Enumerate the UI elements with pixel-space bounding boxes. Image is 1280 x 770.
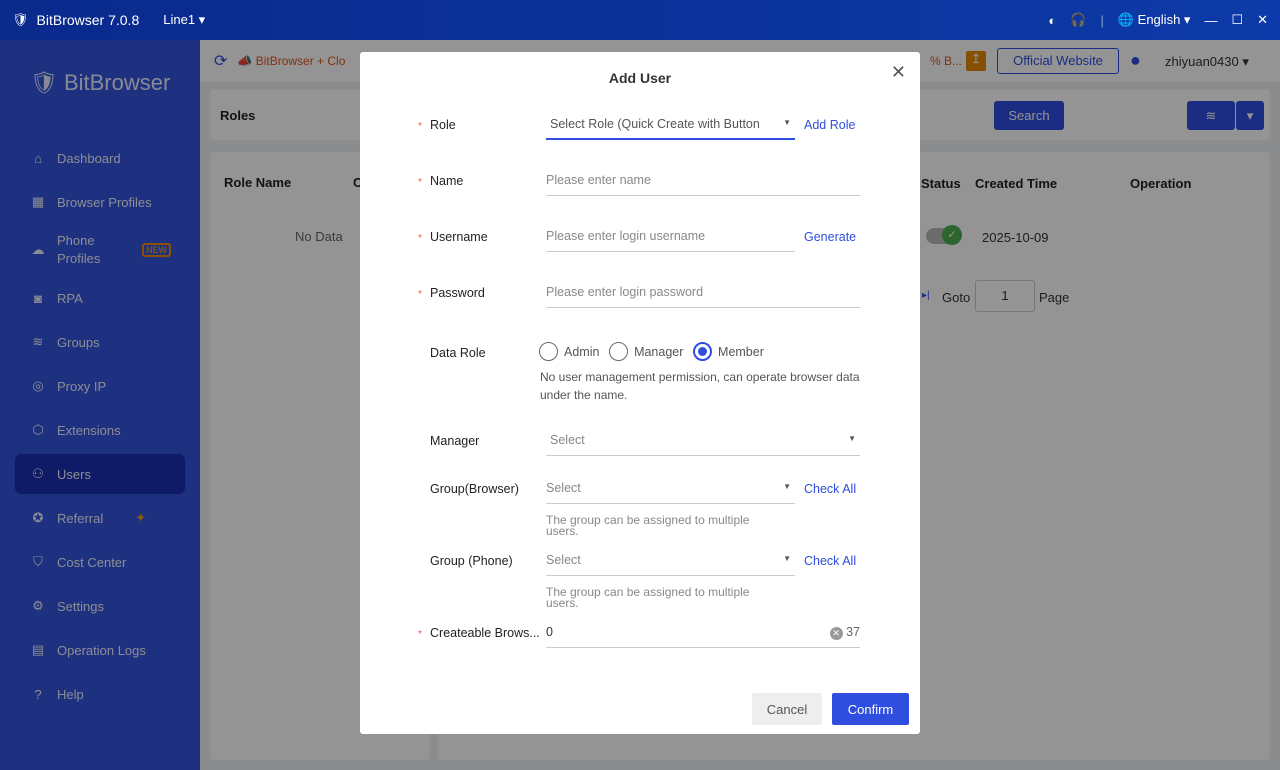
radio-circle-selected bbox=[693, 342, 713, 361]
app-title: BitBrowser 7.0.8 bbox=[36, 12, 140, 28]
maximize-icon[interactable]: ☐ bbox=[1231, 12, 1243, 28]
name-label: Name bbox=[430, 174, 464, 188]
add-role-link[interactable]: Add Role bbox=[804, 118, 855, 132]
password-input[interactable]: Please enter login password bbox=[546, 280, 860, 308]
language-label: English bbox=[1137, 12, 1181, 27]
required-mark: * bbox=[418, 121, 422, 132]
group-phone-placeholder: Select bbox=[546, 553, 581, 567]
manager-select[interactable]: Select ▼ bbox=[546, 428, 860, 456]
chevron-down-icon: ▼ bbox=[848, 434, 856, 443]
check-all-phone-link[interactable]: Check All bbox=[804, 554, 856, 568]
chevron-down-icon: ▼ bbox=[783, 118, 791, 127]
title-bar: 🛡 BitBrowser 7.0.8 Line1 ▾ ◐ 🎧 | 🌐 Engli… bbox=[0, 0, 1280, 40]
radio-circle bbox=[609, 342, 629, 361]
check-all-browser-link[interactable]: Check All bbox=[804, 482, 856, 496]
username-label: Username bbox=[430, 230, 488, 244]
chevron-down-icon: ▼ bbox=[783, 554, 791, 563]
close-window-icon[interactable]: ✕ bbox=[1257, 12, 1268, 28]
radio-label: Member bbox=[718, 344, 764, 359]
close-icon[interactable]: ✕ bbox=[891, 62, 906, 83]
radio-label: Manager bbox=[634, 344, 684, 359]
group-browser-hint-2: users. bbox=[546, 524, 579, 538]
password-label: Password bbox=[430, 286, 485, 300]
createable-input[interactable]: 0 ✕ 37 bbox=[546, 620, 860, 648]
required-mark: * bbox=[418, 177, 422, 188]
radio-admin[interactable]: Admin bbox=[539, 342, 599, 361]
line-selector[interactable]: Line1 ▾ bbox=[163, 12, 205, 28]
group-browser-label: Group(Browser) bbox=[430, 482, 519, 496]
manager-label: Manager bbox=[430, 434, 480, 448]
role-select[interactable]: Select Role (Quick Create with Button ▼ bbox=[546, 112, 795, 140]
chevron-down-icon: ▼ bbox=[783, 482, 791, 491]
support-icon[interactable]: 🎧 bbox=[1070, 12, 1086, 28]
manager-placeholder: Select bbox=[550, 433, 585, 447]
role-label: Role bbox=[430, 118, 456, 132]
required-mark: * bbox=[418, 233, 422, 244]
required-mark: * bbox=[418, 289, 422, 300]
dialog-title: Add User bbox=[608, 70, 672, 86]
cancel-button[interactable]: Cancel bbox=[752, 693, 822, 725]
group-phone-select[interactable]: Select ▼ bbox=[546, 548, 795, 576]
theme-toggle-icon[interactable]: ◐ bbox=[1048, 13, 1056, 28]
group-browser-select[interactable]: Select ▼ bbox=[546, 476, 795, 504]
role-placeholder: Select Role (Quick Create with Button bbox=[550, 117, 760, 131]
name-input[interactable]: Please enter name bbox=[546, 168, 860, 196]
radio-label: Admin bbox=[564, 344, 600, 359]
username-input[interactable]: Please enter login username bbox=[546, 224, 795, 252]
createable-value: 0 bbox=[546, 625, 553, 639]
minimize-icon[interactable]: — bbox=[1204, 13, 1217, 28]
radio-circle bbox=[539, 342, 558, 361]
app-logo-icon: 🛡 bbox=[12, 12, 29, 27]
required-mark: * bbox=[418, 629, 422, 640]
max-count: 37 bbox=[846, 625, 860, 639]
group-phone-hint-2: users. bbox=[546, 596, 579, 610]
line-label: Line1 bbox=[163, 12, 196, 27]
radio-manager[interactable]: Manager bbox=[609, 342, 683, 361]
data-role-label: Data Role bbox=[430, 346, 486, 360]
radio-member[interactable]: Member bbox=[693, 342, 764, 361]
language-selector[interactable]: 🌐 English ▾ bbox=[1118, 12, 1191, 28]
data-role-hint: No user management permission, can opera… bbox=[540, 370, 860, 402]
confirm-button[interactable]: Confirm bbox=[832, 693, 909, 725]
createable-max: ✕ 37 bbox=[829, 625, 860, 640]
createable-label: Createable Brows... bbox=[430, 626, 540, 640]
generate-link[interactable]: Generate bbox=[804, 230, 856, 244]
divider: | bbox=[1100, 12, 1104, 28]
add-user-dialog: Add User ✕ * Role Select Role (Quick Cre… bbox=[360, 52, 920, 734]
group-phone-label: Group (Phone) bbox=[430, 554, 513, 568]
group-browser-placeholder: Select bbox=[546, 481, 581, 495]
clear-icon[interactable]: ✕ bbox=[829, 627, 843, 640]
